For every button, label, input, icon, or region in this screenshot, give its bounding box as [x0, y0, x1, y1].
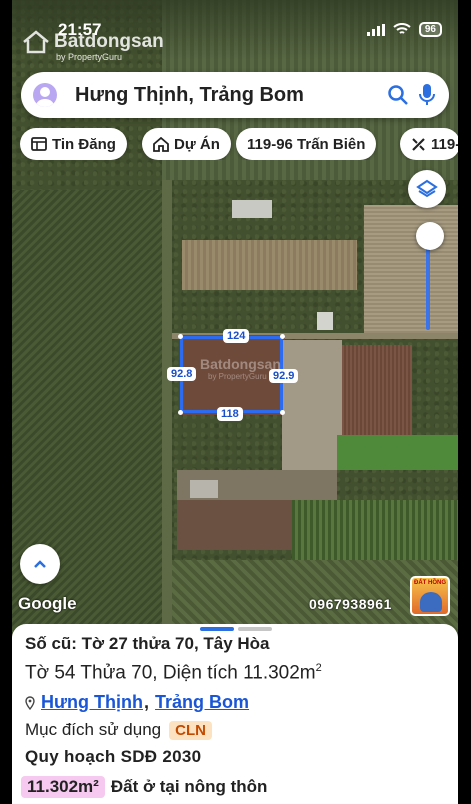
sheet-pager	[200, 627, 272, 631]
microphone-icon[interactable]	[417, 83, 437, 107]
district-link[interactable]: Trảng Bom	[155, 692, 249, 713]
area-badge: 11.302m²	[21, 776, 105, 798]
old-parcel-text: Số cũ: Tờ 27 thửa 70, Tây Hòa	[25, 634, 270, 653]
plot-corner	[178, 410, 183, 415]
map-terrain	[177, 500, 297, 550]
wifi-icon	[393, 23, 411, 34]
edge-length-left: 92.8	[167, 367, 197, 381]
filter-chips: Tin Đăng Dự Án 119-96 Trấn Biên 119-	[20, 128, 458, 160]
location-pin-icon	[25, 695, 35, 710]
plot-corner	[280, 410, 285, 415]
opacity-slider-track[interactable]	[426, 246, 430, 330]
brand-logo: Batdongsan by PropertyGuru	[22, 30, 164, 62]
plot-corner	[178, 334, 183, 339]
map-terrain	[364, 205, 458, 335]
map-terrain	[182, 240, 357, 290]
edge-length-top: 124	[223, 329, 250, 343]
pager-dot	[200, 627, 234, 631]
map-building	[317, 312, 333, 330]
map-terrain	[282, 340, 342, 470]
layers-icon	[416, 179, 438, 198]
search-bar[interactable]: Hưng Thịnh, Trảng Bom	[21, 72, 449, 118]
map-road	[162, 180, 172, 630]
plan-row: 11.302m² Đất ở tại nông thôn	[21, 776, 267, 798]
location-line: Hưng Thịnh, Trảng Bom	[25, 692, 249, 713]
chip-address[interactable]: 119-96 Trấn Biên	[236, 128, 377, 160]
expand-button[interactable]	[20, 544, 60, 584]
map-building	[190, 480, 218, 498]
house-icon	[23, 30, 49, 54]
land-use-badge: CLN	[169, 720, 212, 740]
search-input[interactable]: Hưng Thịnh, Trảng Bom	[75, 84, 304, 107]
listing-icon	[31, 137, 47, 151]
ruler-icon	[412, 137, 425, 151]
land-type: Đất ở tại nông thôn	[110, 777, 268, 796]
layers-button[interactable]	[408, 170, 446, 208]
satellite-map[interactable]: Batdongsan by PropertyGuru 124 92.8 92.9 …	[12, 0, 458, 632]
edge-length-right: 92.9	[269, 369, 299, 383]
building-icon	[153, 136, 169, 152]
plot-corner	[280, 334, 285, 339]
chip-listings[interactable]: Tin Đăng	[20, 128, 127, 160]
opacity-slider-handle[interactable]	[416, 222, 444, 250]
signal-icon	[366, 23, 385, 36]
google-attribution: Google	[18, 594, 77, 613]
map-building	[232, 200, 272, 218]
edge-length-bottom: 118	[217, 407, 243, 421]
avatar[interactable]	[33, 83, 57, 107]
contact-phone[interactable]: 0967938961	[309, 596, 392, 612]
promo-thumbnail[interactable]: ĐẤT HỒNG	[410, 576, 450, 616]
land-use-purpose: Mục đích sử dụng CLN	[25, 720, 212, 740]
pager-dot	[238, 627, 272, 631]
chip-measure[interactable]: 119-	[400, 128, 458, 160]
plan-title: Quy hoạch SDĐ 2030	[25, 747, 202, 766]
battery-icon: 96	[418, 22, 442, 37]
search-icon[interactable]	[387, 84, 409, 106]
phone-screen: Batdongsan by PropertyGuru 124 92.8 92.9 …	[12, 0, 458, 804]
chip-projects[interactable]: Dự Án	[142, 128, 231, 160]
commune-link[interactable]: Hưng Thịnh	[41, 692, 143, 713]
map-terrain	[337, 435, 458, 470]
chevron-up-icon	[34, 560, 46, 568]
map-terrain	[342, 345, 412, 435]
parcel-info: Tờ 54 Thửa 70, Diện tích 11.302m2	[25, 662, 322, 684]
